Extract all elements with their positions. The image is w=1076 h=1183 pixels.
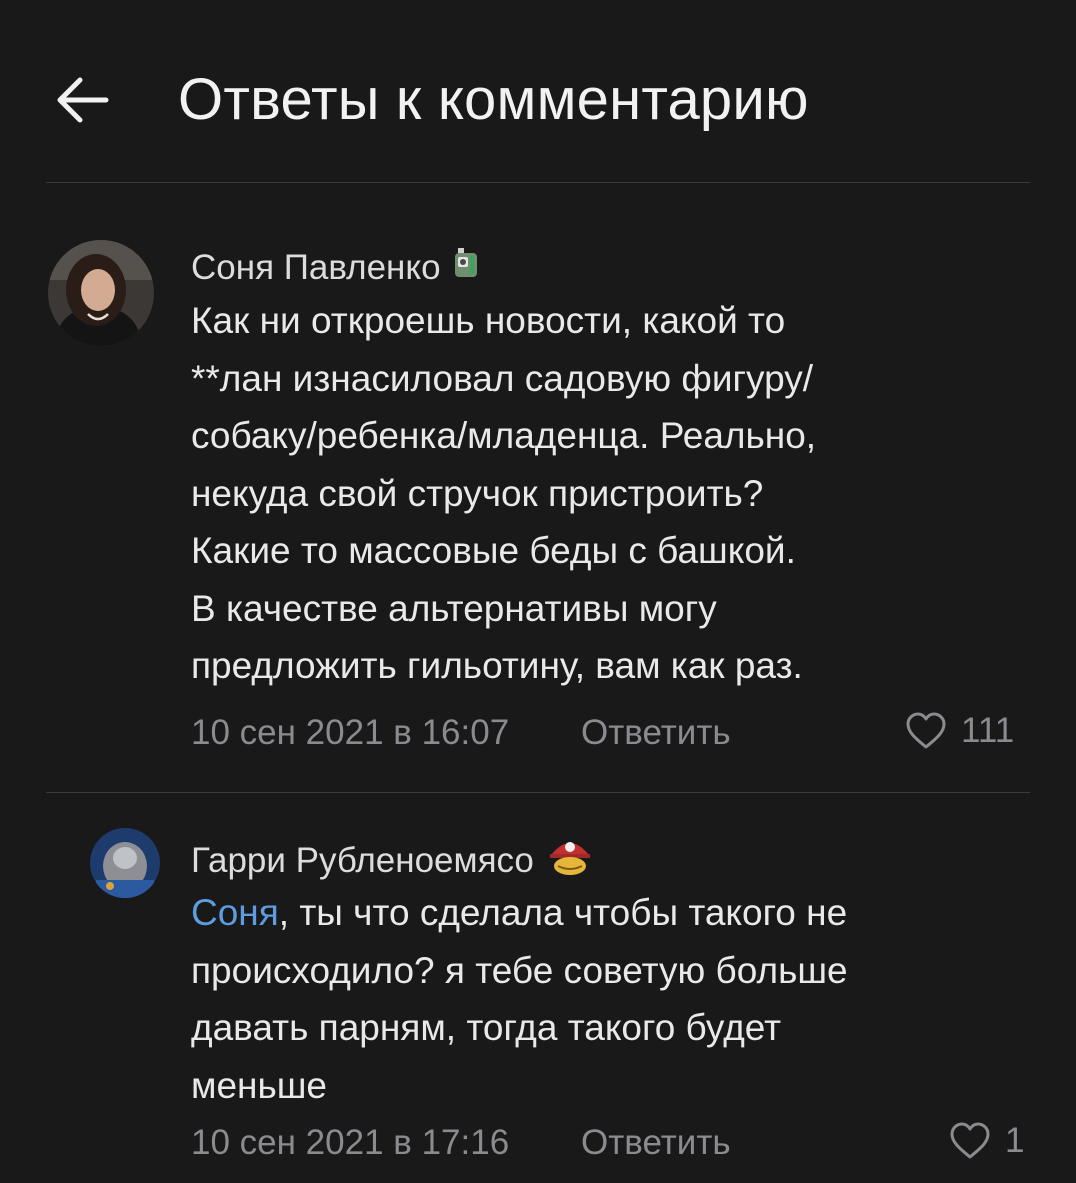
like-button[interactable]: 111 (905, 711, 1014, 751)
mention-link[interactable]: Соня (191, 892, 279, 933)
page-title: Ответы к комментарию (178, 67, 809, 132)
reply-avatar[interactable] (90, 828, 160, 898)
comment-author[interactable]: Соня Павленко (191, 246, 479, 289)
heart-outline-icon (950, 1122, 990, 1159)
reply-text: Соня, ты что сделала чтобы такого не про… (191, 892, 848, 1106)
heart-outline-icon (906, 712, 946, 749)
reply-like-button[interactable]: 1 (949, 1121, 1024, 1161)
author-badge-icon (546, 836, 594, 885)
top-bar: Ответы к комментарию (0, 0, 1076, 182)
avatar[interactable] (48, 240, 154, 346)
reply-button[interactable]: Ответить (581, 713, 731, 753)
like-count: 111 (961, 711, 1015, 750)
back-button[interactable] (50, 68, 114, 132)
reply-author[interactable]: Гарри Рубленоемясо (191, 836, 594, 885)
arrow-left-icon (57, 77, 109, 123)
comment-timestamp: 10 сен 2021 в 16:07 (191, 713, 510, 752)
author-badge-icon (453, 246, 479, 289)
reply-reply-button[interactable]: Ответить (581, 1123, 731, 1163)
reply-timestamp: 10 сен 2021 в 17:16 (191, 1123, 510, 1162)
comment-text: Как ни откроешь новости, какой то **лан … (191, 300, 817, 686)
header-divider (46, 182, 1030, 183)
comment-divider (46, 792, 1030, 793)
like-count: 1 (1005, 1121, 1025, 1160)
